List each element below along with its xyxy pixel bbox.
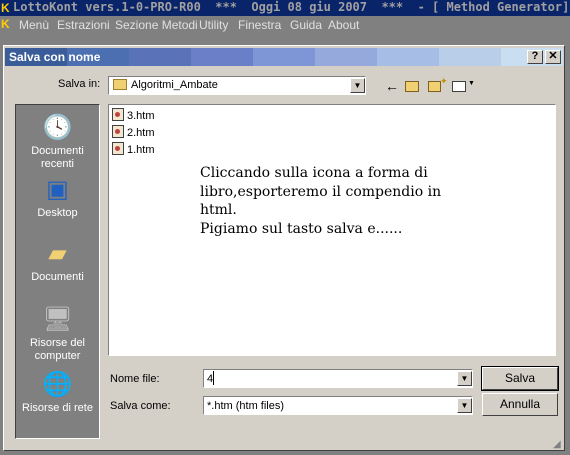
place-computer[interactable]: 🖥 Risorse del computer [16,305,99,363]
menu-estrazioni[interactable]: Estrazioni [57,16,110,34]
htm-file-icon [112,108,124,121]
place-recent-label: Documenti recenti [31,145,84,170]
place-documents-label: Documenti [31,271,84,283]
menu-about[interactable]: About [328,16,359,34]
titlebar-segment [439,48,501,66]
close-button[interactable]: ✕ [545,50,561,64]
recent-documents-icon: 🕓 [42,114,73,141]
place-network[interactable]: 🌐 Risorse di rete [16,370,99,415]
filename-label: Nome file: [110,373,160,385]
menu-guida[interactable]: Guida [290,16,322,34]
titlebar-segment [315,48,377,66]
save-in-label: Salva in: [58,78,101,90]
up-folder-icon[interactable] [405,81,419,92]
place-desktop[interactable]: ▣ Desktop [16,175,99,220]
menu-menu[interactable]: Menù [19,16,49,34]
back-arrow-icon[interactable]: ← [385,78,399,94]
menubar-logo-icon[interactable]: K [1,17,10,31]
places-bar: 🕓 Documenti recenti ▣ Desktop ▰ Document… [15,104,100,439]
savetype-dropdown-chevron-down-icon[interactable]: ▼ [457,398,472,413]
menu-utility[interactable]: Utility [199,16,228,34]
place-recent[interactable]: 🕓 Documenti recenti [16,113,99,171]
help-button[interactable]: ? [527,50,543,64]
filename-dropdown-chevron-down-icon[interactable]: ▼ [457,371,472,386]
network-icon: 🌐 [42,371,73,398]
save-button[interactable]: Salva [481,366,559,391]
place-documents[interactable]: ▰ Documenti [16,239,99,284]
cancel-button[interactable]: Annulla [482,393,558,416]
titlebar-segment [377,48,439,66]
place-desktop-label: Desktop [37,207,78,219]
desktop-icon: ▣ [46,176,69,203]
file-item[interactable]: 2.htm [112,125,155,140]
htm-file-icon [112,142,124,155]
documents-folder-icon: ▰ [48,240,67,267]
file-name: 1.htm [127,144,155,156]
file-item[interactable]: 3.htm [112,108,155,123]
file-name: 3.htm [127,110,155,122]
app-title: LottoKont vers.1-0-PRO-R00 *** Oggi 08 g… [13,0,570,14]
save-in-value: Algoritmi_Ambate [131,79,218,91]
annotation-line: libro,esporteremo il compendio in [200,183,442,200]
titlebar-segment [129,48,191,66]
resize-grip-icon[interactable]: ◢ [553,439,561,450]
menu-sezione-metodi[interactable]: Sezione Metodi [115,16,198,34]
file-item[interactable]: 1.htm [112,142,155,157]
place-network-label: Risorse di rete [22,402,93,414]
savetype-label: Salva come: [110,400,171,412]
annotation-line: Cliccando sulla icona a forma di [200,165,428,181]
app-logo-icon: K [1,1,10,15]
filename-input[interactable] [203,369,473,388]
htm-file-icon [112,125,124,138]
annotation-text: Cliccando sulla icona a forma di libro,e… [200,164,520,238]
view-menu-icon[interactable] [452,81,466,92]
dialog-title: Salva con nome [9,50,101,64]
file-name: 2.htm [127,127,155,139]
view-menu-chevron-down-icon[interactable]: ▼ [468,80,475,87]
computer-icon: 🖥 [42,306,73,333]
place-computer-label: Risorse del computer [29,337,86,362]
savetype-value: *.htm (htm files) [207,400,285,412]
new-folder-star-icon: ✦ [440,76,448,86]
text-cursor [213,371,214,385]
folder-icon [113,79,127,90]
annotation-line: Pigiamo sul tasto salva e...... [200,220,403,237]
titlebar-segment [253,48,315,66]
menu-finestra[interactable]: Finestra [238,16,281,34]
annotation-line: html. [200,202,237,218]
save-in-dropdown-chevron-down-icon[interactable]: ▼ [350,78,365,93]
titlebar-segment [191,48,253,66]
